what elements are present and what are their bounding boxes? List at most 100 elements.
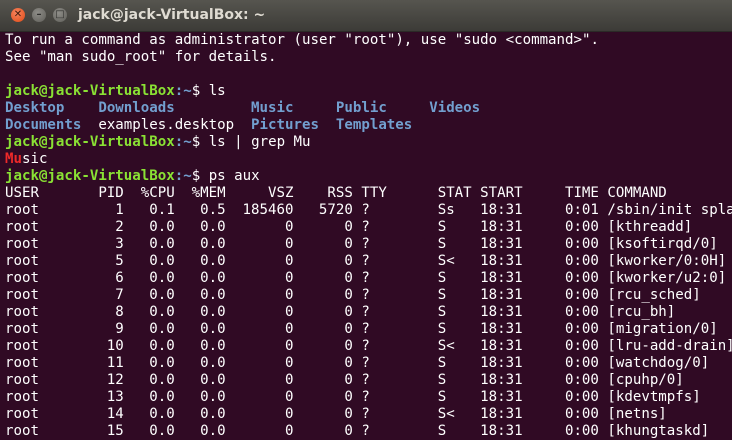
ps-cell: 0.0 [149,423,175,439]
ps-cell: [kthreadd] [607,219,693,235]
ps-cell: 9 [115,321,124,337]
ps-cell: [watchdog/0] [607,355,710,371]
window-title: jack@jack-VirtualBox: ~ [78,7,266,23]
ps-cell: root [5,355,39,371]
ls-file-entry: examples.desktop [98,117,235,133]
ps-header-row: USER PID %CPU %MEM VSZ RSS TTY STAT START TIME COM… [5,185,732,202]
ps-cell: 0.0 [149,287,175,303]
ps-cell: %CPU [140,185,175,201]
ps-cell: TTY [361,185,387,201]
ps-cell: 0 [284,219,294,235]
ps-cell: 0.0 [200,287,226,303]
ps-cell: 0:01 [564,202,599,218]
ps-cell: 0.0 [149,338,175,354]
ps-cell: 0 [344,253,353,269]
close-icon[interactable]: ✕ [11,8,25,22]
ps-cell: PID [98,185,124,201]
ps-cell: root [5,406,39,422]
prompt-path: :~ [174,168,192,184]
ps-cell: 0 [344,236,353,252]
window-titlebar[interactable]: ✕ – □ jack@jack-VirtualBox: ~ [0,0,732,32]
ps-cell: 0 [344,372,353,388]
ps-row: root 13 0.0 0.0 0 0? S 18:31 0:00 [kdevtmpfs] [5,389,732,406]
ps-cell: ? [361,304,370,320]
ps-cell: [rcu_bh] [607,304,676,320]
ps-cell: 0:00 [564,304,599,320]
ps-cell: 0:00 [564,287,599,303]
ps-cell: root [5,304,39,320]
ps-row: root 11 0.0 0.0 0 0? S 18:31 0:00 [watchdog/0] [5,355,732,372]
ps-cell: Ss [437,202,455,218]
ps-cell: 2 [115,219,124,235]
ps-cell: 0 [344,321,353,337]
ps-cell: 0.0 [200,253,226,269]
ps-cell: root [5,338,39,354]
grep-rest: sic [21,151,48,167]
ps-cell: root [5,236,39,252]
terminal-output[interactable]: To run a command as administrator (user … [5,32,732,440]
ps-row: root 1 0.1 0.5 185460 5720? Ss 18:31 0:01/sbin/i… [5,202,732,219]
ps-cell: 1 [115,202,124,218]
ps-cell: S [437,372,447,388]
ps-cell: 0.1 [149,202,175,218]
ps-cell: ? [361,253,370,269]
ps-cell: ? [361,406,370,422]
motd-line: To run a command as administrator (user … [5,32,599,48]
ps-cell: 0:00 [564,321,599,337]
prompt-user: jack@jack-VirtualBox [5,168,175,184]
ps-cell: 0.0 [149,219,175,235]
ps-cell: root [5,270,39,286]
ps-cell: ? [361,338,370,354]
grep-match: Mu [5,151,22,167]
ps-cell: S [437,236,447,252]
ps-cell: 0 [284,406,294,422]
minimize-icon[interactable]: – [32,8,46,22]
maximize-icon[interactable]: □ [53,8,67,22]
ps-cell: [kdevtmpfs] [607,389,701,405]
ps-cell: 0.0 [149,372,175,388]
ps-row: root 14 0.0 0.0 0 0? S< 18:31 0:00 [netns] [5,406,732,423]
ps-cell: 18:31 [480,219,523,235]
motd-line: See "man sudo_root" for details. [5,49,277,65]
ps-cell: 0.0 [200,270,226,286]
ps-cell: 0 [344,338,353,354]
ps-cell: S [437,219,447,235]
ps-cell: 3 [115,236,124,252]
prompt-user: jack@jack-VirtualBox [5,134,175,150]
ps-cell: 0 [284,321,294,337]
ps-cell: STAT [437,185,472,201]
ps-cell: S [437,389,447,405]
ps-cell: S [437,270,447,286]
ls-output-line: Documents examples.desktop Pictures Templat… [5,117,732,134]
ps-cell: 0 [344,304,353,320]
ps-cell: 12 [106,372,124,388]
prompt-user: jack@jack-VirtualBox [5,83,175,99]
ps-cell: 0 [344,423,353,439]
prompt-symbol: $ [191,83,201,99]
ps-cell: [khungtaskd] [607,423,710,439]
ps-cell: 18:31 [480,389,523,405]
ps-cell: S [437,321,447,337]
ls-directory-entry: Music [251,100,294,116]
ps-cell: 0.0 [149,304,175,320]
ps-cell: START [480,185,523,201]
ps-cell: 13 [106,389,124,405]
ps-cell: 0:00 [564,270,599,286]
grep-output-line: Music [5,151,732,168]
ps-cell: 0:00 [564,389,599,405]
ps-cell: 0.0 [200,355,226,371]
ps-cell: 18:31 [480,355,523,371]
ps-cell: 18:31 [480,202,523,218]
ls-directory-entry: Downloads [98,100,175,116]
ps-cell: 0 [344,389,353,405]
ps-cell: ? [361,202,370,218]
ps-cell: 0:00 [564,236,599,252]
ps-cell: 18:31 [480,304,523,320]
ps-cell: 11 [106,355,124,371]
ps-cell: 0 [284,355,294,371]
ps-cell: VSZ [268,185,294,201]
ps-cell: 5 [115,253,124,269]
ps-cell: 18:31 [480,372,523,388]
ps-cell: 0 [344,270,353,286]
